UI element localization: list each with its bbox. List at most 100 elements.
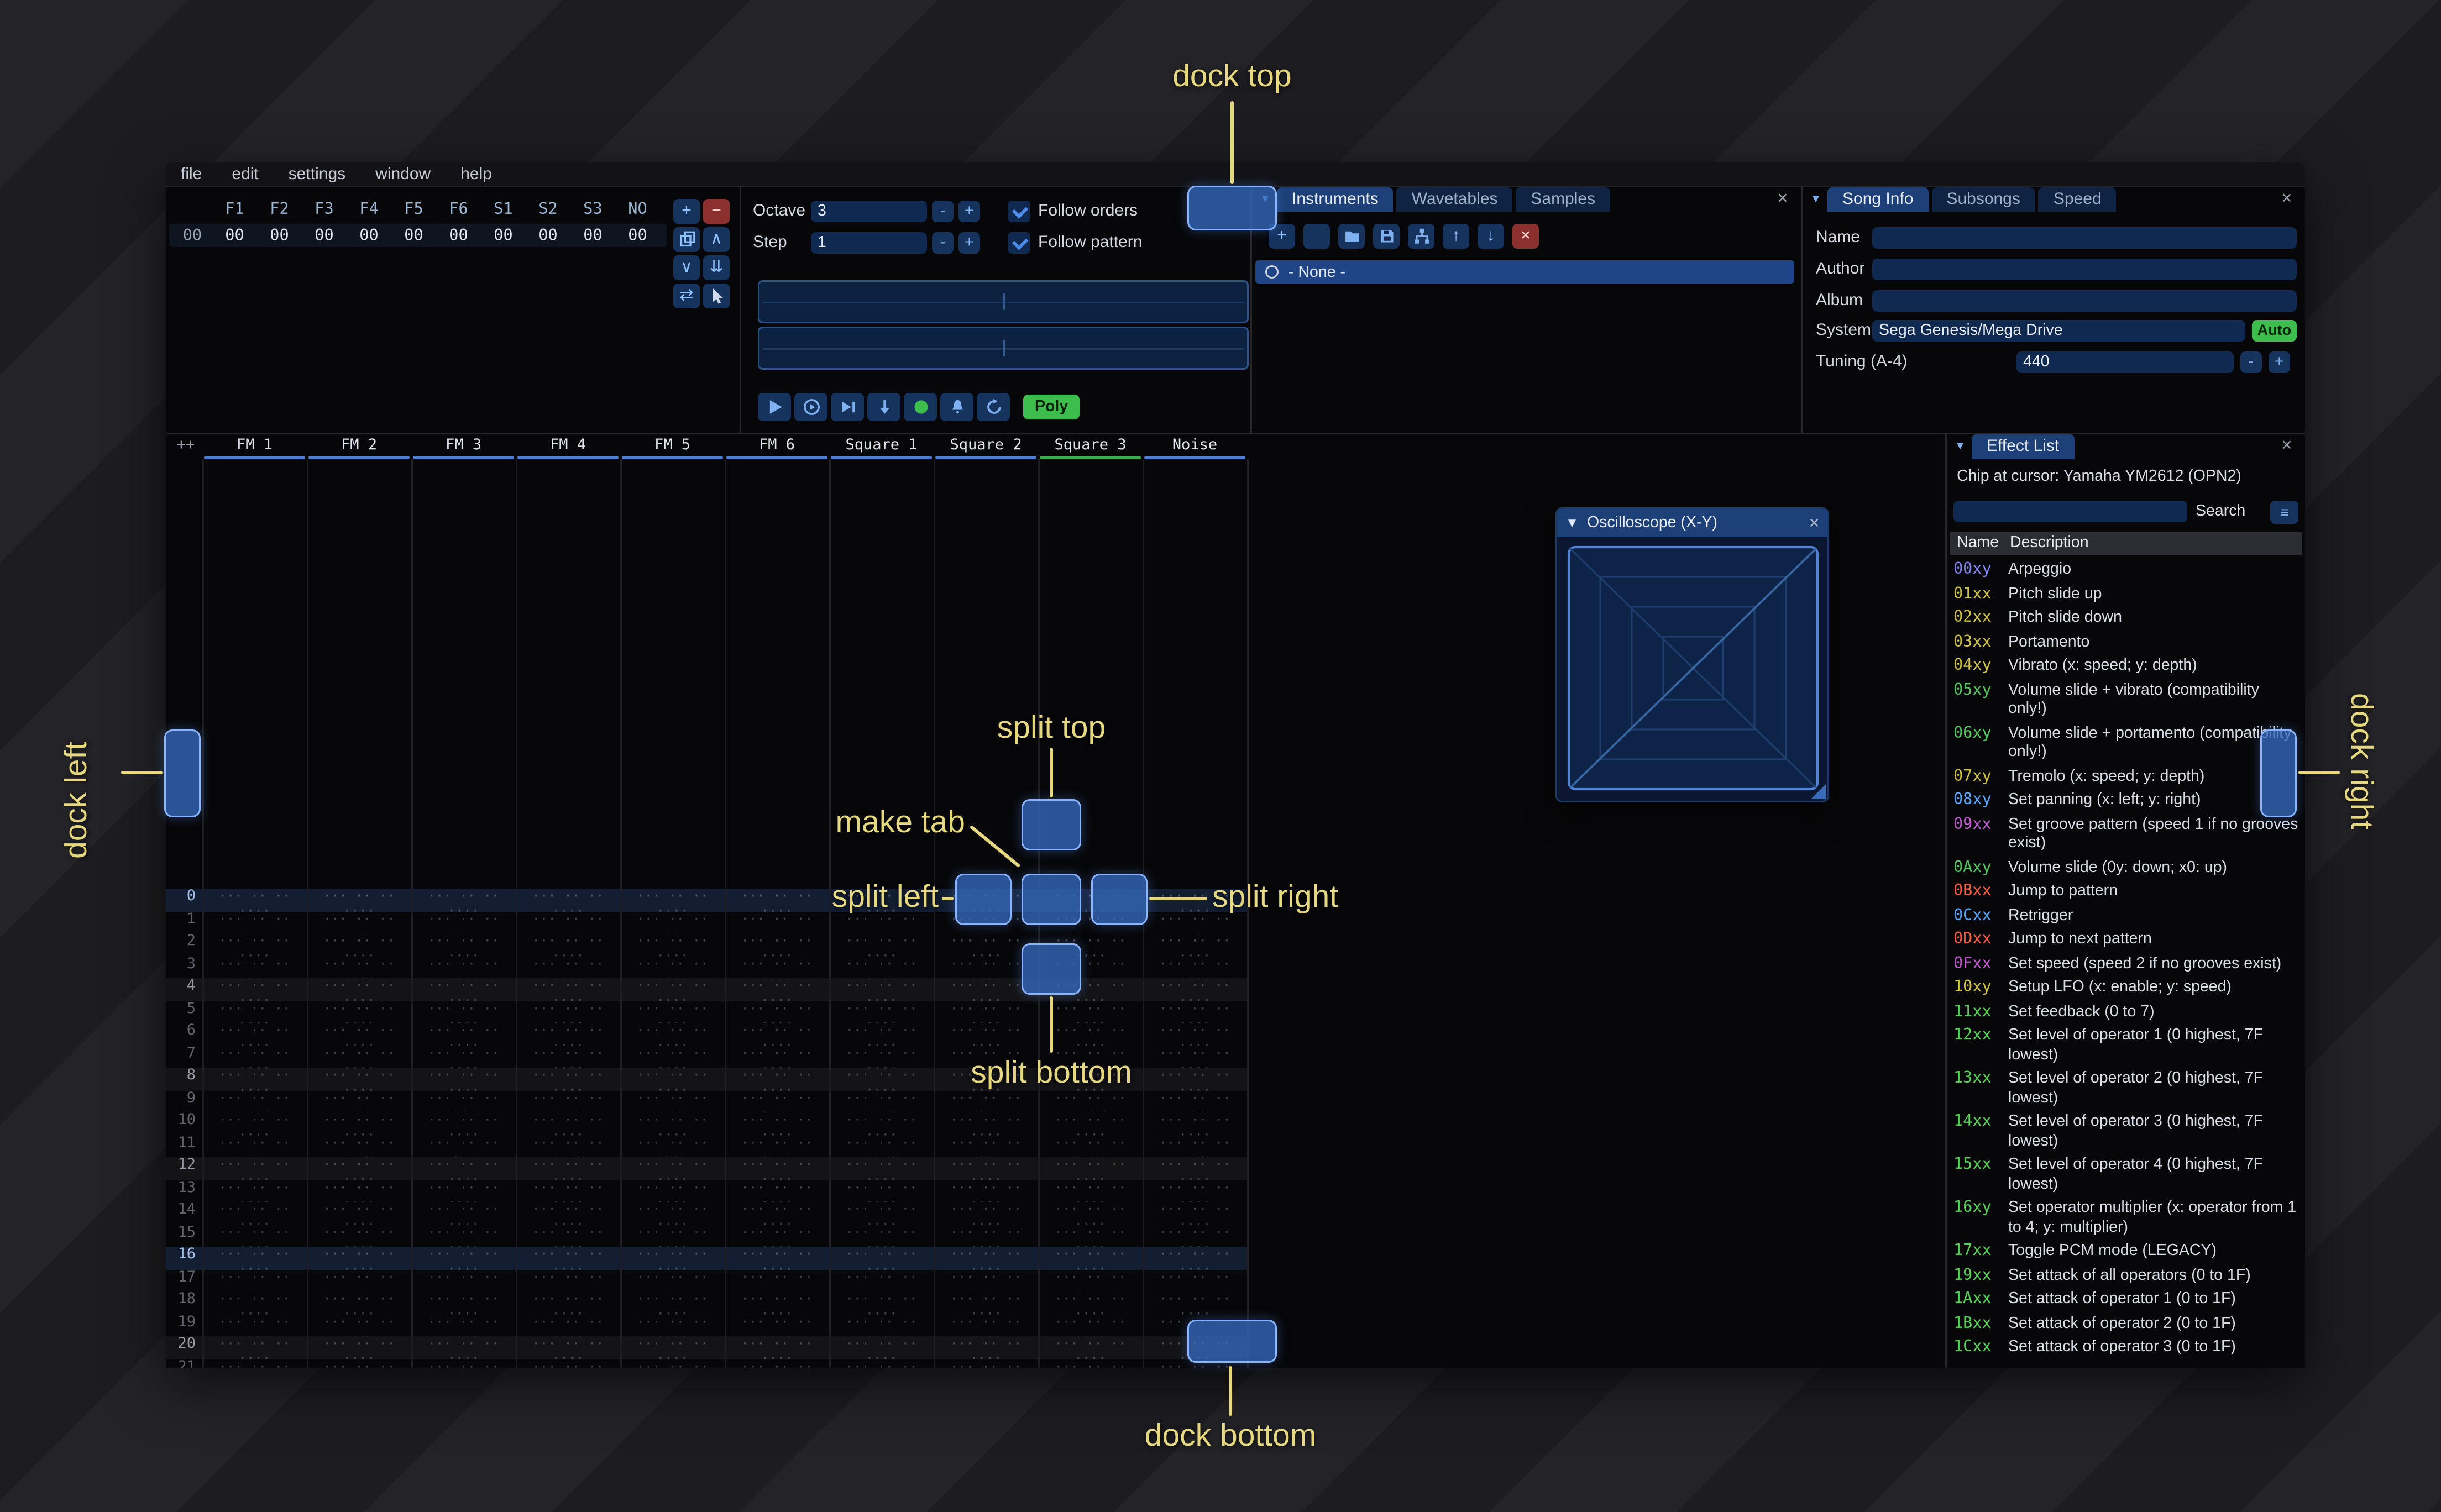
duplicate-order-button[interactable] bbox=[673, 227, 700, 252]
pattern-cell[interactable]: ··· ·· ·· ···· bbox=[725, 1314, 829, 1337]
pattern-cell[interactable]: ··· ·· ·· ···· bbox=[829, 1292, 934, 1314]
channel-header[interactable]: Noise bbox=[1143, 434, 1247, 459]
pattern-cell[interactable]: ··· ·· ·· ···· bbox=[307, 1180, 411, 1203]
pattern-cell[interactable]: ··· ·· ·· ···· bbox=[202, 1112, 307, 1135]
pattern-cell[interactable]: ··· ·· ·· ···· bbox=[411, 889, 516, 911]
split-target-top[interactable] bbox=[1022, 799, 1081, 851]
pattern-cell[interactable]: ··· ·· ·· ···· bbox=[725, 1001, 829, 1023]
pattern-cell[interactable]: ··· ·· ·· ···· bbox=[1143, 1001, 1247, 1023]
pattern-cell[interactable]: ··· ·· ·· ···· bbox=[1143, 1046, 1247, 1068]
pattern-cell[interactable]: ··· ·· ·· ···· bbox=[725, 1090, 829, 1113]
pattern-cell[interactable]: ··· ·· ·· ···· bbox=[725, 1292, 829, 1314]
pattern-cell[interactable]: ··· ·· ·· ···· bbox=[620, 1180, 725, 1203]
pattern-cell[interactable]: ··· ·· ·· ···· bbox=[202, 1157, 307, 1180]
pattern-cell[interactable]: ··· ·· ·· ···· bbox=[307, 933, 411, 956]
pattern-cell[interactable]: ··· ·· ·· ···· bbox=[202, 956, 307, 979]
pattern-cell[interactable]: ··· ·· ·· ···· bbox=[411, 1225, 516, 1247]
pattern-cell[interactable]: ··· ·· ·· ···· bbox=[1038, 1314, 1143, 1337]
octave-increase-button[interactable]: + bbox=[958, 201, 980, 222]
pattern-cell[interactable]: ··· ·· ·· ···· bbox=[829, 1046, 934, 1068]
pattern-cell[interactable]: ··· ·· ·· ···· bbox=[620, 1046, 725, 1068]
tuning-increase-button[interactable]: + bbox=[2269, 351, 2290, 373]
pattern-cell[interactable]: ··· ·· ·· ···· bbox=[516, 1225, 620, 1247]
step-decrease-button[interactable]: - bbox=[932, 232, 954, 254]
pattern-cell[interactable]: ··· ·· ·· ···· bbox=[307, 1314, 411, 1337]
pattern-cell[interactable]: ··· ·· ·· ···· bbox=[725, 1269, 829, 1292]
pattern-cell[interactable]: ··· ·· ·· ···· bbox=[829, 1001, 934, 1023]
oscilloscope-title-bar[interactable]: ▼ Oscilloscope (X-Y) × bbox=[1557, 509, 1827, 537]
pattern-cell[interactable]: ··· ·· ·· ···· bbox=[620, 1225, 725, 1247]
toggle-folders-button[interactable] bbox=[1408, 224, 1434, 249]
pattern-cell[interactable]: ··· ·· ·· ···· bbox=[829, 1112, 934, 1135]
pattern-cell[interactable]: ··· ·· ·· ···· bbox=[725, 1336, 829, 1359]
pattern-cell[interactable]: ··· ·· ·· ···· bbox=[202, 1292, 307, 1314]
pattern-cell[interactable]: ··· ·· ·· ···· bbox=[620, 1336, 725, 1359]
close-icon[interactable]: × bbox=[1801, 513, 1827, 533]
pattern-cell[interactable]: ··· ·· ·· ···· bbox=[307, 1247, 411, 1269]
order-cell[interactable]: 00 bbox=[391, 225, 436, 247]
pattern-cell[interactable]: ··· ·· ·· ···· bbox=[516, 911, 620, 934]
close-icon[interactable]: × bbox=[1771, 187, 1794, 212]
pattern-cell[interactable]: ··· ·· ·· ···· bbox=[202, 1001, 307, 1023]
tab-song-info[interactable]: Song Info bbox=[1827, 187, 1929, 212]
pattern-cell[interactable]: ··· ·· ·· ···· bbox=[620, 1292, 725, 1314]
dock-target-right[interactable] bbox=[2260, 729, 2297, 817]
save-button[interactable] bbox=[1373, 224, 1400, 249]
pattern-cell[interactable]: ··· ·· ·· ···· bbox=[1143, 1090, 1247, 1113]
song-name-input[interactable] bbox=[1872, 227, 2297, 249]
pattern-cell[interactable]: ··· ·· ·· ···· bbox=[725, 1068, 829, 1090]
repeat-pattern-button[interactable] bbox=[977, 393, 1010, 421]
pattern-cell[interactable]: ··· ·· ·· ···· bbox=[829, 1225, 934, 1247]
pattern-cell[interactable]: ··· ·· ·· ···· bbox=[725, 978, 829, 1001]
pattern-cell[interactable]: ··· ·· ·· ···· bbox=[411, 1269, 516, 1292]
split-target-right[interactable] bbox=[1091, 874, 1148, 925]
order-edit-mode-button[interactable] bbox=[703, 284, 730, 308]
pattern-cell[interactable]: ··· ·· ·· ···· bbox=[307, 1090, 411, 1113]
pattern-cell[interactable]: ··· ·· ·· ···· bbox=[1038, 1292, 1143, 1314]
pattern-cell[interactable]: ··· ·· ·· ···· bbox=[202, 1135, 307, 1158]
pattern-cell[interactable]: ··· ·· ·· ···· bbox=[307, 1359, 411, 1368]
pattern-cell[interactable]: ··· ·· ·· ···· bbox=[934, 1135, 1038, 1158]
pattern-cell[interactable]: ··· ·· ·· ···· bbox=[934, 1180, 1038, 1203]
pattern-cell[interactable]: ··· ·· ·· ···· bbox=[1143, 978, 1247, 1001]
tab-instruments[interactable]: Instruments bbox=[1277, 187, 1394, 212]
pattern-cell[interactable]: ··· ·· ·· ···· bbox=[1038, 1247, 1143, 1269]
pattern-cell[interactable]: ··· ·· ·· ···· bbox=[829, 1269, 934, 1292]
delete-button[interactable]: × bbox=[1512, 224, 1539, 249]
tab-list-icon[interactable]: ▼ bbox=[1806, 194, 1826, 206]
pattern-cell[interactable]: ··· ·· ·· ···· bbox=[725, 1135, 829, 1158]
pattern-cell[interactable]: ··· ·· ·· ···· bbox=[307, 1157, 411, 1180]
order-cell[interactable]: 00 bbox=[347, 225, 391, 247]
pattern-cell[interactable]: ··· ·· ·· ···· bbox=[516, 1001, 620, 1023]
pattern-cell[interactable]: ··· ·· ·· ···· bbox=[411, 1090, 516, 1113]
order-cell[interactable]: 00 bbox=[615, 225, 660, 247]
pattern-cell[interactable]: ··· ·· ·· ···· bbox=[934, 1202, 1038, 1225]
pattern-cell[interactable]: ··· ·· ·· ···· bbox=[725, 1225, 829, 1247]
song-album-input[interactable] bbox=[1872, 290, 2297, 312]
pattern-cell[interactable]: ··· ·· ·· ···· bbox=[1143, 1202, 1247, 1225]
order-cell[interactable]: 00 bbox=[481, 225, 526, 247]
order-cell[interactable]: 00 bbox=[436, 225, 481, 247]
pattern-cell[interactable]: ··· ·· ·· ···· bbox=[411, 933, 516, 956]
split-target-left[interactable] bbox=[955, 874, 1012, 925]
instrument-list-item[interactable]: - None - bbox=[1255, 260, 1794, 284]
effect-search-input[interactable] bbox=[1953, 501, 2187, 522]
pattern-cell[interactable]: ··· ·· ·· ···· bbox=[307, 1202, 411, 1225]
pattern-cell[interactable]: ··· ·· ·· ···· bbox=[411, 1247, 516, 1269]
pattern-cell[interactable]: ··· ·· ·· ···· bbox=[1038, 1135, 1143, 1158]
pattern-cell[interactable]: ··· ·· ·· ···· bbox=[202, 1269, 307, 1292]
make-tab-target[interactable] bbox=[1022, 874, 1081, 925]
pattern-cell[interactable]: ··· ·· ·· ···· bbox=[829, 1314, 934, 1337]
system-auto-button[interactable]: Auto bbox=[2252, 320, 2297, 342]
pattern-cell[interactable]: ··· ·· ·· ···· bbox=[307, 1292, 411, 1314]
pattern-cell[interactable]: ··· ·· ·· ···· bbox=[202, 1359, 307, 1368]
pattern-cell[interactable]: ··· ·· ·· ···· bbox=[307, 911, 411, 934]
pattern-cell[interactable]: ··· ·· ·· ···· bbox=[202, 1202, 307, 1225]
pattern-cell[interactable]: ··· ·· ·· ···· bbox=[1038, 1023, 1143, 1046]
pattern-cell[interactable]: ··· ·· ·· ···· bbox=[620, 889, 725, 911]
pattern-cell[interactable]: ··· ·· ·· ···· bbox=[516, 1157, 620, 1180]
close-icon[interactable]: × bbox=[2275, 434, 2298, 459]
pattern-cell[interactable]: ··· ·· ·· ···· bbox=[934, 1247, 1038, 1269]
pattern-cell[interactable]: ··· ·· ·· ···· bbox=[307, 1023, 411, 1046]
pattern-cell[interactable]: ··· ·· ·· ···· bbox=[1143, 1225, 1247, 1247]
